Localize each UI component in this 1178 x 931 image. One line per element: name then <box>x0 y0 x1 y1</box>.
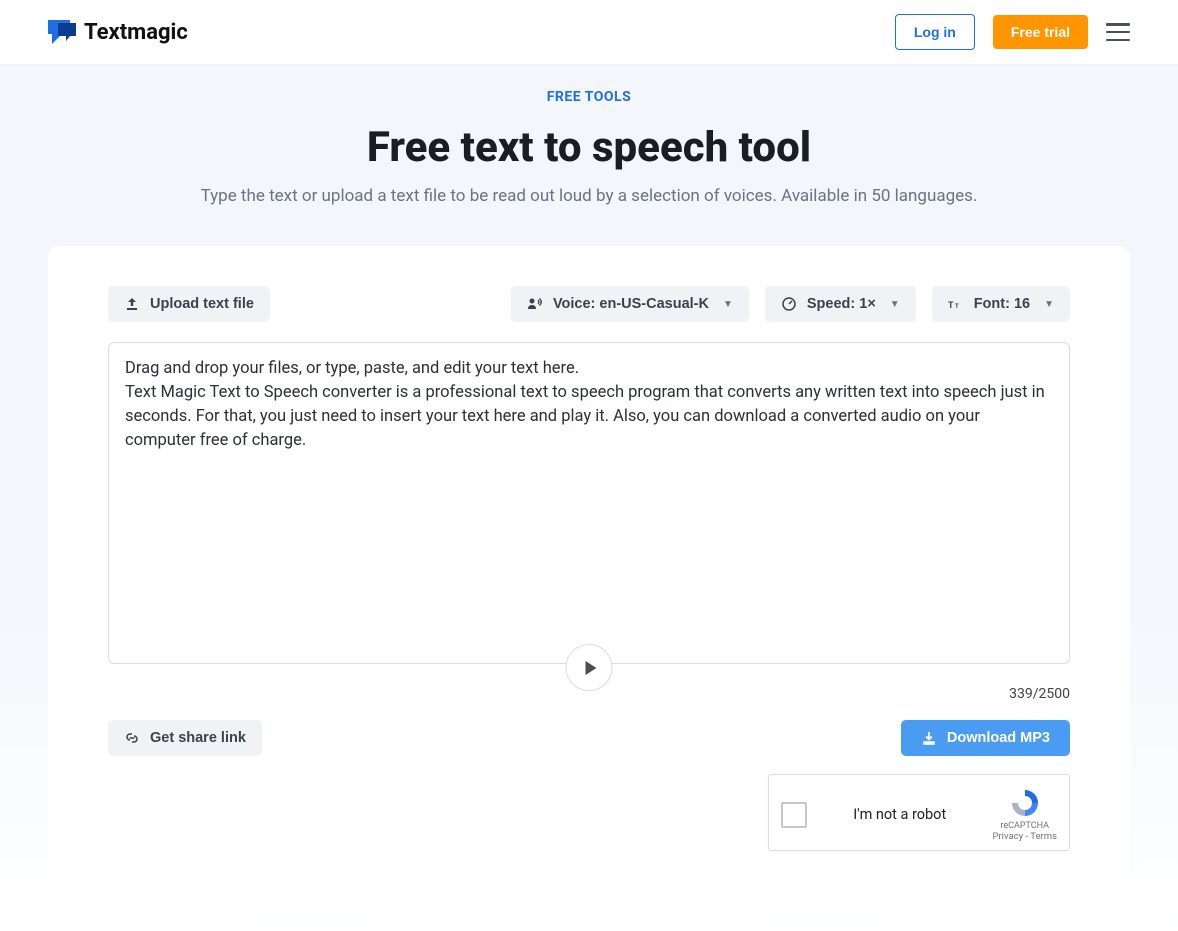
page-subtitle: Type the text or upload a text file to b… <box>0 186 1178 206</box>
recaptcha-label: I'm not a robot <box>823 806 976 823</box>
link-icon <box>124 730 140 746</box>
font-label: Font: 16 <box>974 296 1030 312</box>
share-label: Get share link <box>150 730 246 746</box>
font-size-icon: TT <box>948 296 964 312</box>
upload-file-button[interactable]: Upload text file <box>108 286 270 322</box>
login-button[interactable]: Log in <box>895 14 975 50</box>
text-input[interactable] <box>108 342 1070 664</box>
speed-label: Speed: 1× <box>807 296 876 312</box>
eyebrow: FREE TOOLS <box>0 89 1178 105</box>
hamburger-menu-icon[interactable] <box>1106 23 1130 41</box>
download-mp3-button[interactable]: Download MP3 <box>901 720 1070 756</box>
header: Textmagic Log in Free trial <box>0 0 1178 65</box>
chevron-down-icon: ▼ <box>1044 299 1054 310</box>
chevron-down-icon: ▼ <box>723 299 733 310</box>
brand-text: Textmagic <box>84 20 188 45</box>
speed-icon <box>781 296 797 312</box>
upload-label: Upload text file <box>150 296 254 312</box>
hero: FREE TOOLS Free text to speech tool Type… <box>0 65 1178 931</box>
play-icon <box>585 661 596 675</box>
recaptcha-brand: reCAPTCHA <box>992 821 1057 831</box>
download-icon <box>921 730 937 746</box>
free-trial-button[interactable]: Free trial <box>993 15 1088 49</box>
upload-icon <box>124 296 140 312</box>
tool-card: Upload text file Voice: en-US-Casual-K ▼… <box>48 246 1130 891</box>
page-title: Free text to speech tool <box>0 123 1178 172</box>
logo[interactable]: Textmagic <box>48 20 188 45</box>
voice-selector[interactable]: Voice: en-US-Casual-K ▼ <box>511 286 749 322</box>
recaptcha-privacy-link[interactable]: Privacy <box>992 831 1023 842</box>
voice-label: Voice: en-US-Casual-K <box>553 296 709 312</box>
share-link-button[interactable]: Get share link <box>108 720 262 756</box>
actions-row: Get share link Download MP3 <box>108 720 1070 756</box>
recaptcha-checkbox[interactable] <box>781 802 807 828</box>
logo-icon <box>48 20 76 44</box>
recaptcha-branding: reCAPTCHA Privacy - Terms <box>992 787 1057 842</box>
play-button[interactable] <box>566 644 613 691</box>
chevron-down-icon: ▼ <box>890 299 900 310</box>
speed-selector[interactable]: Speed: 1× ▼ <box>765 286 916 322</box>
svg-text:T: T <box>955 304 959 310</box>
voice-icon <box>527 296 543 312</box>
toolbar: Upload text file Voice: en-US-Casual-K ▼… <box>108 286 1070 322</box>
download-label: Download MP3 <box>947 730 1050 746</box>
recaptcha: I'm not a robot reCAPTCHA Privacy - Term… <box>768 774 1070 851</box>
font-selector[interactable]: TT Font: 16 ▼ <box>932 286 1070 322</box>
svg-text:T: T <box>948 300 954 310</box>
recaptcha-terms-link[interactable]: Terms <box>1030 831 1057 842</box>
header-right: Log in Free trial <box>895 14 1130 50</box>
recaptcha-logo-icon <box>1008 787 1042 819</box>
